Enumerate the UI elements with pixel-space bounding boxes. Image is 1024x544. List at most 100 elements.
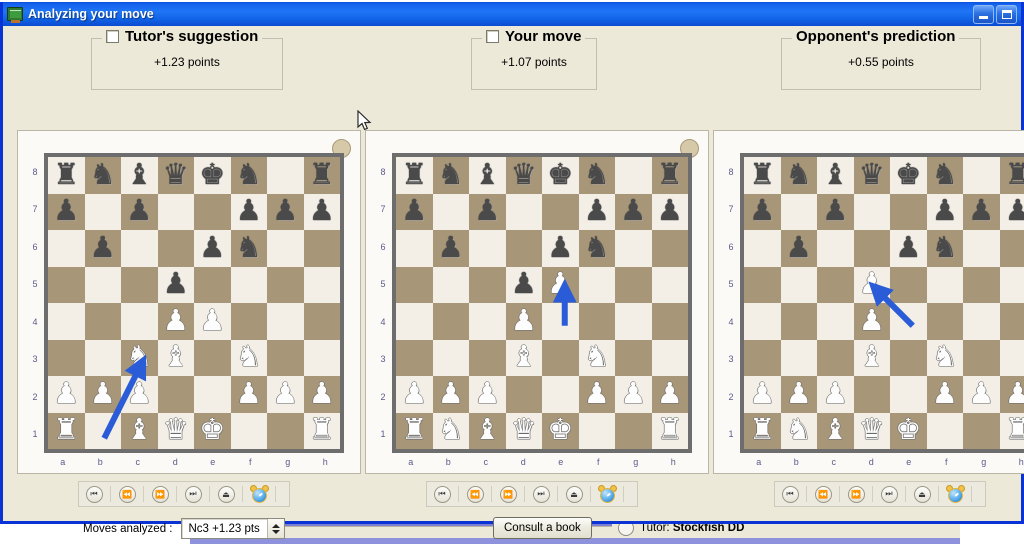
black-pawn-piece[interactable]: ♟ — [1005, 197, 1024, 226]
window-titlebar[interactable]: Analyzing your move — [3, 2, 1021, 26]
square-e4[interactable] — [542, 303, 579, 340]
square-g3[interactable] — [267, 339, 304, 376]
square-h7[interactable]: ♟ — [303, 193, 340, 230]
black-knight-piece[interactable]: ♞ — [584, 233, 610, 263]
square-g5[interactable] — [267, 266, 304, 303]
white-pawn-piece[interactable]: ♟ — [90, 379, 116, 409]
board-panel-your-move[interactable]: 8 7 6 5 4 3 2 1 ♜ ♞ ♝ ♛ ♚ ♞ ♜ ♟ ♟ ♟ ♟ ♟ ♟ ♟ ♞ ♟ ♟ ♟ ♝ ♞ ♟ ♟ ♟ ♟ ♟ ♟ ♜ ♞ ♝ ♛ ♚ ♜… — [365, 130, 709, 474]
eject-button[interactable]: ⏏ — [561, 483, 587, 505]
white-knight-piece[interactable]: ♞ — [438, 416, 464, 445]
square-h7[interactable]: ♟ — [651, 193, 688, 230]
square-c6[interactable] — [469, 230, 506, 267]
clock-button[interactable] — [594, 483, 620, 505]
last-move-button[interactable]: ⏭ — [180, 483, 206, 505]
square-d6[interactable] — [157, 230, 194, 267]
black-rook-piece[interactable]: ♜ — [749, 160, 775, 190]
square-c6[interactable] — [121, 230, 158, 267]
white-bishop-piece[interactable]: ♝ — [474, 416, 500, 445]
toolbar-your-move[interactable]: ⏮ ⏪ ⏩ ⏭ ⏏ — [426, 481, 638, 507]
square-g3[interactable] — [615, 339, 652, 376]
maximize-button[interactable] — [996, 4, 1017, 24]
square-c4[interactable] — [121, 303, 158, 340]
square-b1[interactable]: ♞ — [432, 412, 469, 449]
square-f2[interactable]: ♟ — [578, 376, 615, 413]
square-c1[interactable]: ♝ — [817, 412, 854, 449]
white-pawn-piece[interactable]: ♟ — [126, 379, 152, 409]
white-queen-piece[interactable]: ♛ — [511, 416, 537, 445]
square-g2[interactable]: ♟ — [615, 376, 652, 413]
first-move-button[interactable]: ⏮ — [777, 483, 803, 505]
square-a3[interactable] — [48, 339, 85, 376]
black-bishop-piece[interactable]: ♝ — [126, 160, 152, 190]
square-c2[interactable]: ♟ — [469, 376, 506, 413]
square-b8[interactable]: ♞ — [84, 157, 121, 194]
minimize-button[interactable] — [973, 4, 994, 24]
white-rook-piece[interactable]: ♜ — [749, 416, 775, 445]
square-h8[interactable]: ♜ — [303, 157, 340, 194]
square-f4[interactable] — [578, 303, 615, 340]
black-pawn-piece[interactable]: ♟ — [438, 233, 464, 263]
black-knight-piece[interactable]: ♞ — [932, 160, 958, 190]
square-h4[interactable] — [651, 303, 688, 340]
square-b7[interactable] — [432, 193, 469, 230]
square-g7[interactable]: ♟ — [267, 193, 304, 230]
square-c4[interactable] — [469, 303, 506, 340]
black-pawn-piece[interactable]: ♟ — [511, 270, 537, 299]
white-pawn-piece[interactable]: ♟ — [786, 379, 812, 409]
spinner-arrows[interactable] — [266, 519, 284, 538]
black-pawn-piece[interactable]: ♟ — [126, 197, 152, 226]
square-a6[interactable] — [396, 230, 433, 267]
square-e7[interactable] — [194, 193, 231, 230]
black-rook-piece[interactable]: ♜ — [309, 160, 335, 190]
square-d3[interactable]: ♝ — [505, 339, 542, 376]
white-pawn-piece[interactable]: ♟ — [584, 379, 610, 409]
square-c7[interactable]: ♟ — [469, 193, 506, 230]
square-f7[interactable]: ♟ — [926, 193, 963, 230]
square-d2[interactable] — [157, 376, 194, 413]
square-a6[interactable] — [48, 230, 85, 267]
white-pawn-piece[interactable]: ♟ — [474, 379, 500, 409]
black-knight-piece[interactable]: ♞ — [236, 233, 262, 263]
white-queen-piece[interactable]: ♛ — [163, 416, 189, 445]
square-a4[interactable] — [396, 303, 433, 340]
square-b8[interactable]: ♞ — [432, 157, 469, 194]
white-rook-piece[interactable]: ♜ — [53, 416, 79, 445]
square-g7[interactable]: ♟ — [615, 193, 652, 230]
white-king-piece[interactable]: ♚ — [895, 416, 921, 445]
black-rook-piece[interactable]: ♜ — [1005, 160, 1024, 190]
square-h3[interactable] — [303, 339, 340, 376]
spinner-up-icon[interactable] — [271, 523, 280, 528]
white-knight-piece[interactable]: ♞ — [236, 343, 262, 372]
last-move-button[interactable]: ⏭ — [876, 483, 902, 505]
square-d4[interactable]: ♟ — [505, 303, 542, 340]
black-pawn-piece[interactable]: ♟ — [584, 197, 610, 226]
previous-move-button[interactable]: ⏪ — [462, 483, 488, 505]
square-d2[interactable] — [505, 376, 542, 413]
square-d7[interactable] — [505, 193, 542, 230]
square-f1[interactable] — [578, 412, 615, 449]
square-e4[interactable] — [890, 303, 927, 340]
square-a5[interactable] — [48, 266, 85, 303]
square-f1[interactable] — [926, 412, 963, 449]
square-a2[interactable]: ♟ — [744, 376, 781, 413]
board-panel-tutor-suggestion[interactable]: 8 7 6 5 4 3 2 1 ♜ ♞ ♝ ♛ ♚ ♞ ♜ ♟ ♟ ♟ ♟ ♟ ♟ ♟ ♞ ♟ ♟ ♟ ♞ ♝ ♞ ♟ ♟ ♟ ♟ ♟ ♟ ♜ ♝ ♛ ♚ ♜… — [17, 130, 361, 474]
next-move-button[interactable]: ⏩ — [147, 483, 173, 505]
square-g7[interactable]: ♟ — [963, 193, 1000, 230]
white-pawn-piece[interactable]: ♟ — [236, 379, 262, 409]
black-pawn-piece[interactable]: ♟ — [53, 197, 79, 226]
chessboard[interactable]: ♜ ♞ ♝ ♛ ♚ ♞ ♜ ♟ ♟ ♟ ♟ ♟ ♟ ♟ ♞ ♟ ♟ ♟ ♝ ♞ ♟ ♟ ♟ ♟ ♟ ♟ ♜ ♞ ♝ ♛ ♚ ♜ — [392, 153, 692, 453]
white-pawn-piece[interactable]: ♟ — [859, 306, 885, 336]
square-e3[interactable] — [542, 339, 579, 376]
black-king-piece[interactable]: ♚ — [199, 160, 225, 190]
white-knight-piece[interactable]: ♞ — [584, 343, 610, 372]
square-a7[interactable]: ♟ — [396, 193, 433, 230]
square-b1[interactable] — [84, 412, 121, 449]
square-e6[interactable]: ♟ — [194, 230, 231, 267]
square-c6[interactable] — [817, 230, 854, 267]
white-pawn-piece[interactable]: ♟ — [1005, 379, 1024, 409]
square-f5[interactable] — [578, 266, 615, 303]
black-pawn-piece[interactable]: ♟ — [163, 270, 189, 299]
square-d8[interactable]: ♛ — [157, 157, 194, 194]
square-f8[interactable]: ♞ — [926, 157, 963, 194]
toolbar-opponent-prediction[interactable]: ⏮ ⏪ ⏩ ⏭ ⏏ — [774, 481, 986, 507]
